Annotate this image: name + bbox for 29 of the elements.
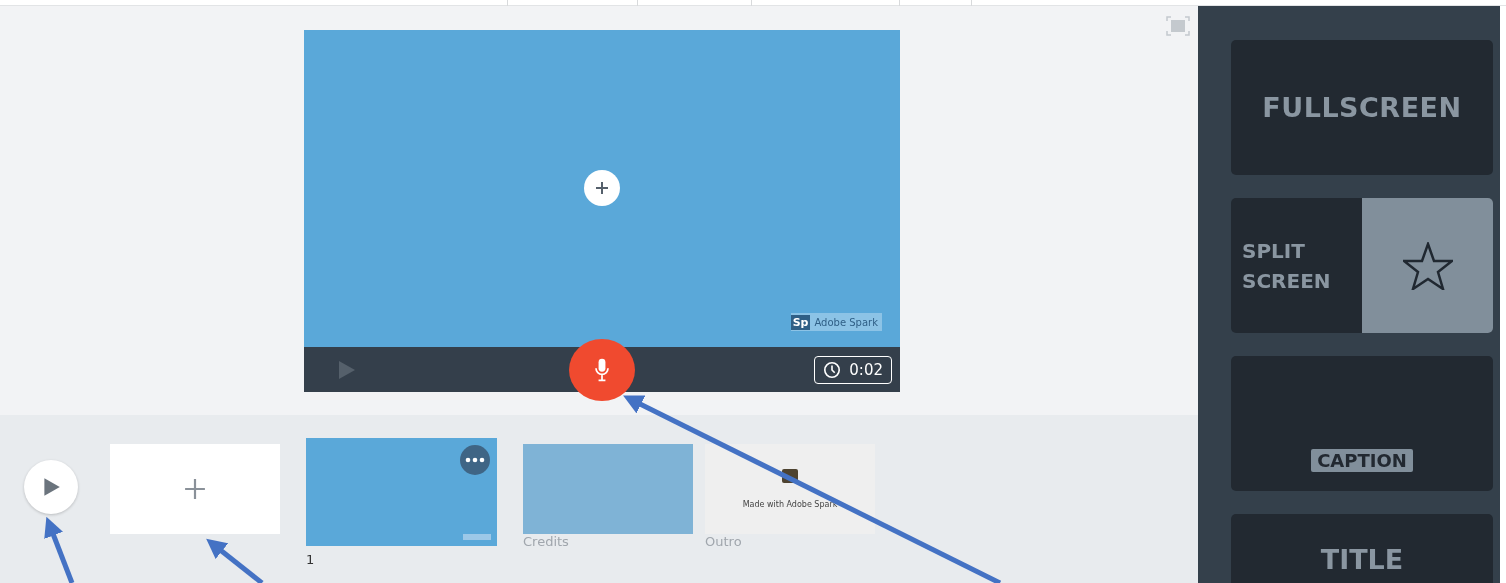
- annotation-arrow: [44, 516, 75, 583]
- add-media-button[interactable]: [584, 169, 620, 206]
- play-icon[interactable]: [336, 359, 356, 380]
- fullscreen-icon[interactable]: [1166, 16, 1190, 36]
- slide-label: 1: [306, 551, 316, 567]
- plus-icon: [184, 478, 206, 500]
- annotation-arrow: [206, 538, 264, 583]
- layout-card[interactable]: CAPTION: [1231, 356, 1493, 491]
- slide-label: Outro: [705, 534, 743, 549]
- microphone-icon: [593, 358, 611, 382]
- slide-thumbnail[interactable]: [306, 438, 497, 546]
- logo-badge: Sp: [790, 314, 811, 330]
- watermark-text: Adobe Spark: [813, 316, 879, 328]
- layout-label: CAPTION: [1311, 449, 1413, 472]
- duration-button[interactable]: 0:02: [814, 355, 892, 384]
- play-button[interactable]: [24, 460, 78, 514]
- clock-icon: [823, 360, 842, 379]
- slide-thumbnail[interactable]: [523, 444, 693, 534]
- layout-label: FULLSCREEN: [1262, 92, 1462, 123]
- watermark-icon: [463, 534, 491, 540]
- layout-card[interactable]: FULLSCREEN: [1231, 40, 1493, 175]
- layout-label: TITLE: [1320, 546, 1404, 573]
- layout-card[interactable]: TITLE: [1231, 514, 1493, 583]
- more-options-icon[interactable]: [460, 445, 490, 475]
- star-icon: [1402, 241, 1453, 290]
- layout-card[interactable]: SPLIT SCREEN: [1231, 198, 1493, 333]
- slide-label: Credits: [523, 534, 570, 549]
- layout-label: SPLIT SCREEN: [1241, 237, 1332, 295]
- plus-icon: [594, 179, 610, 196]
